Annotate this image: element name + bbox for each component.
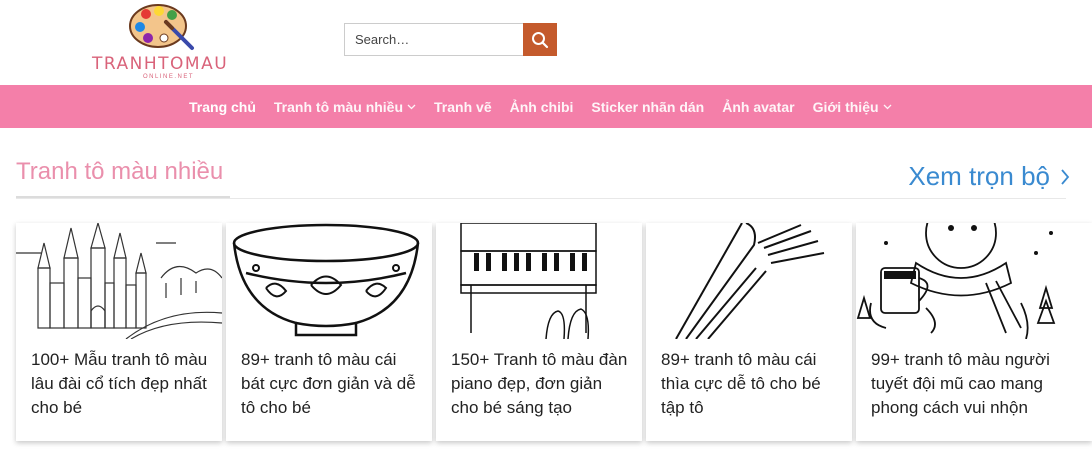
logo-wordmark: TRANHTOMAU: [92, 54, 229, 74]
nav-label: Trang chủ: [189, 98, 256, 115]
site-header: TRANHTOMAU ONLINE.NET: [0, 0, 1092, 85]
site-logo[interactable]: TRANHTOMAU ONLINE.NET: [88, 2, 238, 82]
nav-label: Ảnh avatar: [722, 98, 795, 115]
post-card[interactable]: 100+ Mẫu tranh tô màu lâu đài cổ tích đẹ…: [16, 223, 222, 441]
castle-coloring-image: [16, 223, 222, 339]
nav-item-about[interactable]: Giới thiệu: [804, 85, 901, 128]
card-title[interactable]: 100+ Mẫu tranh tô màu lâu đài cổ tích đẹ…: [31, 348, 213, 420]
nav-item-home[interactable]: Trang chủ: [180, 85, 265, 128]
post-card[interactable]: 89+ tranh tô màu cái thìa cực dễ tô cho …: [646, 223, 852, 441]
spoon-coloring-image: [675, 223, 825, 339]
chevron-down-icon: [407, 104, 416, 109]
nav-label: Ảnh chibi: [509, 98, 574, 115]
view-all-link[interactable]: Xem trọn bộ: [908, 161, 1070, 192]
piano-coloring-image: [460, 223, 597, 339]
card-image[interactable]: [646, 223, 852, 339]
nav-item-drawing[interactable]: Tranh vẽ: [425, 85, 501, 128]
card-title[interactable]: 99+ tranh tô màu người tuyết đội mũ cao …: [871, 348, 1053, 420]
search-input[interactable]: [344, 23, 524, 56]
search-form: [344, 23, 557, 56]
section-divider: [16, 198, 1066, 199]
search-icon: [532, 31, 549, 48]
chevron-down-icon: [883, 104, 891, 109]
palette-icon: [129, 4, 194, 50]
snowman-coloring-image: [856, 223, 1056, 339]
search-button[interactable]: [523, 23, 557, 56]
nav-item-chibi[interactable]: Ảnh chibi: [501, 85, 583, 128]
card-image[interactable]: [436, 223, 642, 339]
section-title: Tranh tô màu nhiều: [16, 158, 224, 185]
nav-label: Tranh vẽ: [434, 98, 492, 115]
main-nav: Trang chủ Tranh tô màu nhiều Tranh vẽ Ản…: [0, 85, 1092, 128]
card-title[interactable]: 89+ tranh tô màu cái thìa cực dễ tô cho …: [661, 348, 843, 420]
nav-label: Giới thiệu: [812, 98, 879, 115]
card-image[interactable]: [16, 223, 222, 339]
nav-item-coloring[interactable]: Tranh tô màu nhiều: [265, 85, 425, 128]
card-title[interactable]: 150+ Tranh tô màu đàn piano đẹp, đơn giả…: [451, 348, 633, 420]
nav-item-sticker[interactable]: Sticker nhãn dán: [582, 85, 713, 128]
card-title[interactable]: 89+ tranh tô màu cái bát cực đơn giản và…: [241, 348, 423, 420]
card-image[interactable]: [226, 223, 432, 339]
post-card[interactable]: 99+ tranh tô màu người tuyết đội mũ cao …: [856, 223, 1092, 441]
post-card[interactable]: 150+ Tranh tô màu đàn piano đẹp, đơn giả…: [436, 223, 642, 441]
nav-item-avatar[interactable]: Ảnh avatar: [713, 85, 803, 128]
nav-label: Tranh tô màu nhiều: [273, 98, 404, 115]
nav-label: Sticker nhãn dán: [591, 98, 705, 115]
card-image[interactable]: [856, 223, 1062, 339]
post-card[interactable]: 89+ tranh tô màu cái bát cực đơn giản và…: [226, 223, 432, 441]
chevron-right-icon: [1061, 168, 1070, 185]
view-all-label: Xem trọn bộ: [908, 161, 1050, 191]
bowl-coloring-image: [232, 223, 420, 337]
section-title-underline: [16, 196, 230, 198]
logo-subtext: ONLINE.NET: [143, 74, 195, 80]
